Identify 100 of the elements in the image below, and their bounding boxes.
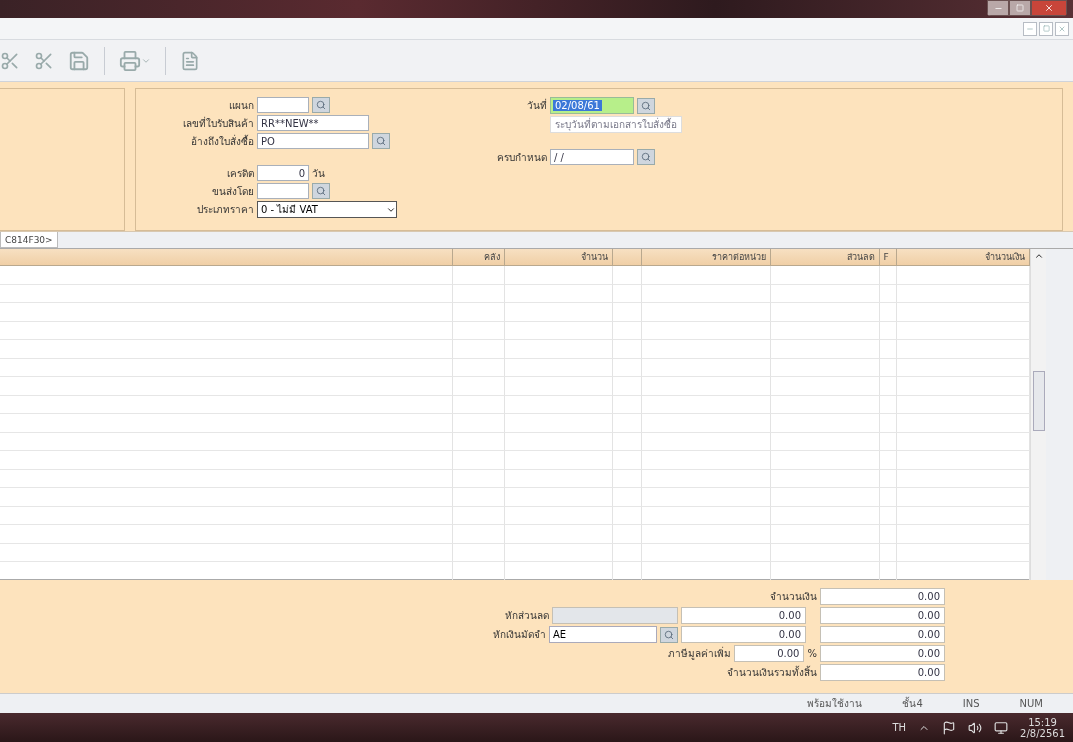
input-field[interactable]: RR**NEW**	[257, 115, 369, 131]
field-label: เลขที่ใบรับสินค้า	[182, 115, 254, 131]
table-cell	[453, 395, 505, 414]
table-cell	[613, 266, 642, 285]
flag-icon[interactable]	[942, 720, 957, 735]
table-cell	[453, 451, 505, 470]
table-cell	[880, 488, 897, 507]
search-button[interactable]	[312, 97, 330, 113]
search-button[interactable]	[637, 97, 655, 114]
tab[interactable]: C814F30>	[0, 232, 58, 248]
table-cell	[453, 377, 505, 396]
table-cell	[613, 377, 642, 396]
search-icon	[376, 136, 386, 146]
search-icon	[316, 186, 326, 196]
scissors-icon[interactable]	[0, 50, 20, 71]
unit-label: วัน	[312, 166, 325, 181]
search-icon	[641, 152, 651, 162]
search-button[interactable]	[637, 149, 655, 165]
amount-field: 0.00	[820, 588, 945, 605]
scrollbar[interactable]	[1030, 249, 1046, 581]
table-cell	[453, 358, 505, 377]
close-button[interactable]	[1031, 0, 1067, 16]
minimize-button[interactable]	[1023, 21, 1037, 36]
input-field[interactable]: PO	[257, 133, 369, 149]
table-cell	[453, 525, 505, 544]
minimize-button[interactable]	[987, 0, 1009, 16]
table-cell	[880, 284, 897, 303]
dropdown[interactable]: 0 - ไม่มี VAT	[257, 201, 397, 218]
table-cell	[613, 488, 642, 507]
status-text: พร้อมใช้งาน	[807, 697, 863, 711]
table-cell	[453, 469, 505, 488]
monitor-icon[interactable]	[994, 720, 1009, 735]
date-field[interactable]: 02/08/61	[550, 97, 634, 114]
status-text: NUM	[1019, 698, 1043, 709]
table-cell	[880, 303, 897, 322]
hint-text: ระบุวันที่ตามเอกสารใบสั่งซื้อ	[550, 116, 682, 133]
table-cell	[453, 303, 505, 322]
print-icon[interactable]	[119, 49, 151, 72]
input-field[interactable]	[257, 97, 309, 113]
field-label: เครดิต	[226, 166, 254, 181]
clock-date: 2/8/2561	[1020, 727, 1065, 739]
header-cell	[613, 249, 642, 266]
table-cell	[613, 284, 642, 303]
table-cell	[613, 321, 642, 340]
amount-field: 0.00	[820, 645, 945, 662]
table-cell	[613, 414, 642, 433]
table-cell	[613, 340, 642, 359]
input-field[interactable]	[257, 183, 309, 199]
scissors-icon[interactable]	[34, 50, 54, 71]
table-cell	[613, 506, 642, 525]
field-label: ครบกำหนด	[497, 150, 547, 165]
table-cell	[453, 340, 505, 359]
amount-field: 0.00	[681, 626, 806, 643]
table-cell	[613, 303, 642, 322]
volume-icon[interactable]	[968, 720, 983, 735]
table-cell	[613, 395, 642, 414]
input-field[interactable]: AE	[549, 626, 657, 643]
table-cell	[880, 414, 897, 433]
amount-field: 0.00	[681, 607, 806, 624]
field-label: วันที่	[526, 98, 547, 113]
input-field[interactable]: 0.00	[734, 645, 805, 662]
field-label: ประเภทราคา	[196, 203, 254, 217]
close-icon	[1044, 3, 1054, 13]
scroll-thumb[interactable]	[1032, 371, 1045, 431]
language-indicator[interactable]: TH	[892, 722, 907, 733]
search-icon	[664, 629, 674, 640]
input-field[interactable]	[552, 607, 678, 624]
table-cell	[613, 525, 642, 544]
maximize-button[interactable]	[1009, 0, 1031, 16]
table-cell	[880, 451, 897, 470]
table-cell	[880, 432, 897, 451]
column-header: F	[880, 249, 897, 266]
input-field[interactable]: 0	[257, 165, 309, 181]
search-button[interactable]	[660, 626, 678, 643]
field-label: ขนส่งโดย	[211, 184, 254, 199]
amount-field: 0.00	[820, 664, 945, 681]
table-cell	[880, 321, 897, 340]
table-cell	[880, 506, 897, 525]
table-cell	[613, 451, 642, 470]
table-cell	[453, 488, 505, 507]
table-cell	[880, 340, 897, 359]
maximize-icon	[1016, 4, 1024, 12]
search-button[interactable]	[372, 133, 390, 149]
unit-label: %	[807, 648, 817, 659]
search-icon	[316, 100, 326, 110]
table-cell	[880, 525, 897, 544]
document-icon[interactable]	[180, 50, 200, 71]
total-label: จำนวนเงิน	[770, 590, 817, 604]
close-button[interactable]	[1055, 21, 1069, 36]
restore-button[interactable]	[1039, 21, 1053, 36]
save-icon[interactable]	[68, 49, 90, 72]
search-button[interactable]	[312, 183, 330, 199]
total-label: ภาษีมูลค่าเพิ่ม	[668, 646, 732, 661]
table-cell	[880, 377, 897, 396]
total-label: จำนวนเงินรวมทั้งสิ้น	[727, 665, 817, 680]
table-cell	[880, 266, 897, 285]
search-icon	[641, 100, 651, 111]
date-field[interactable]: / /	[550, 149, 634, 165]
scroll-up-icon[interactable]	[1033, 251, 1044, 261]
table-cell	[613, 469, 642, 488]
